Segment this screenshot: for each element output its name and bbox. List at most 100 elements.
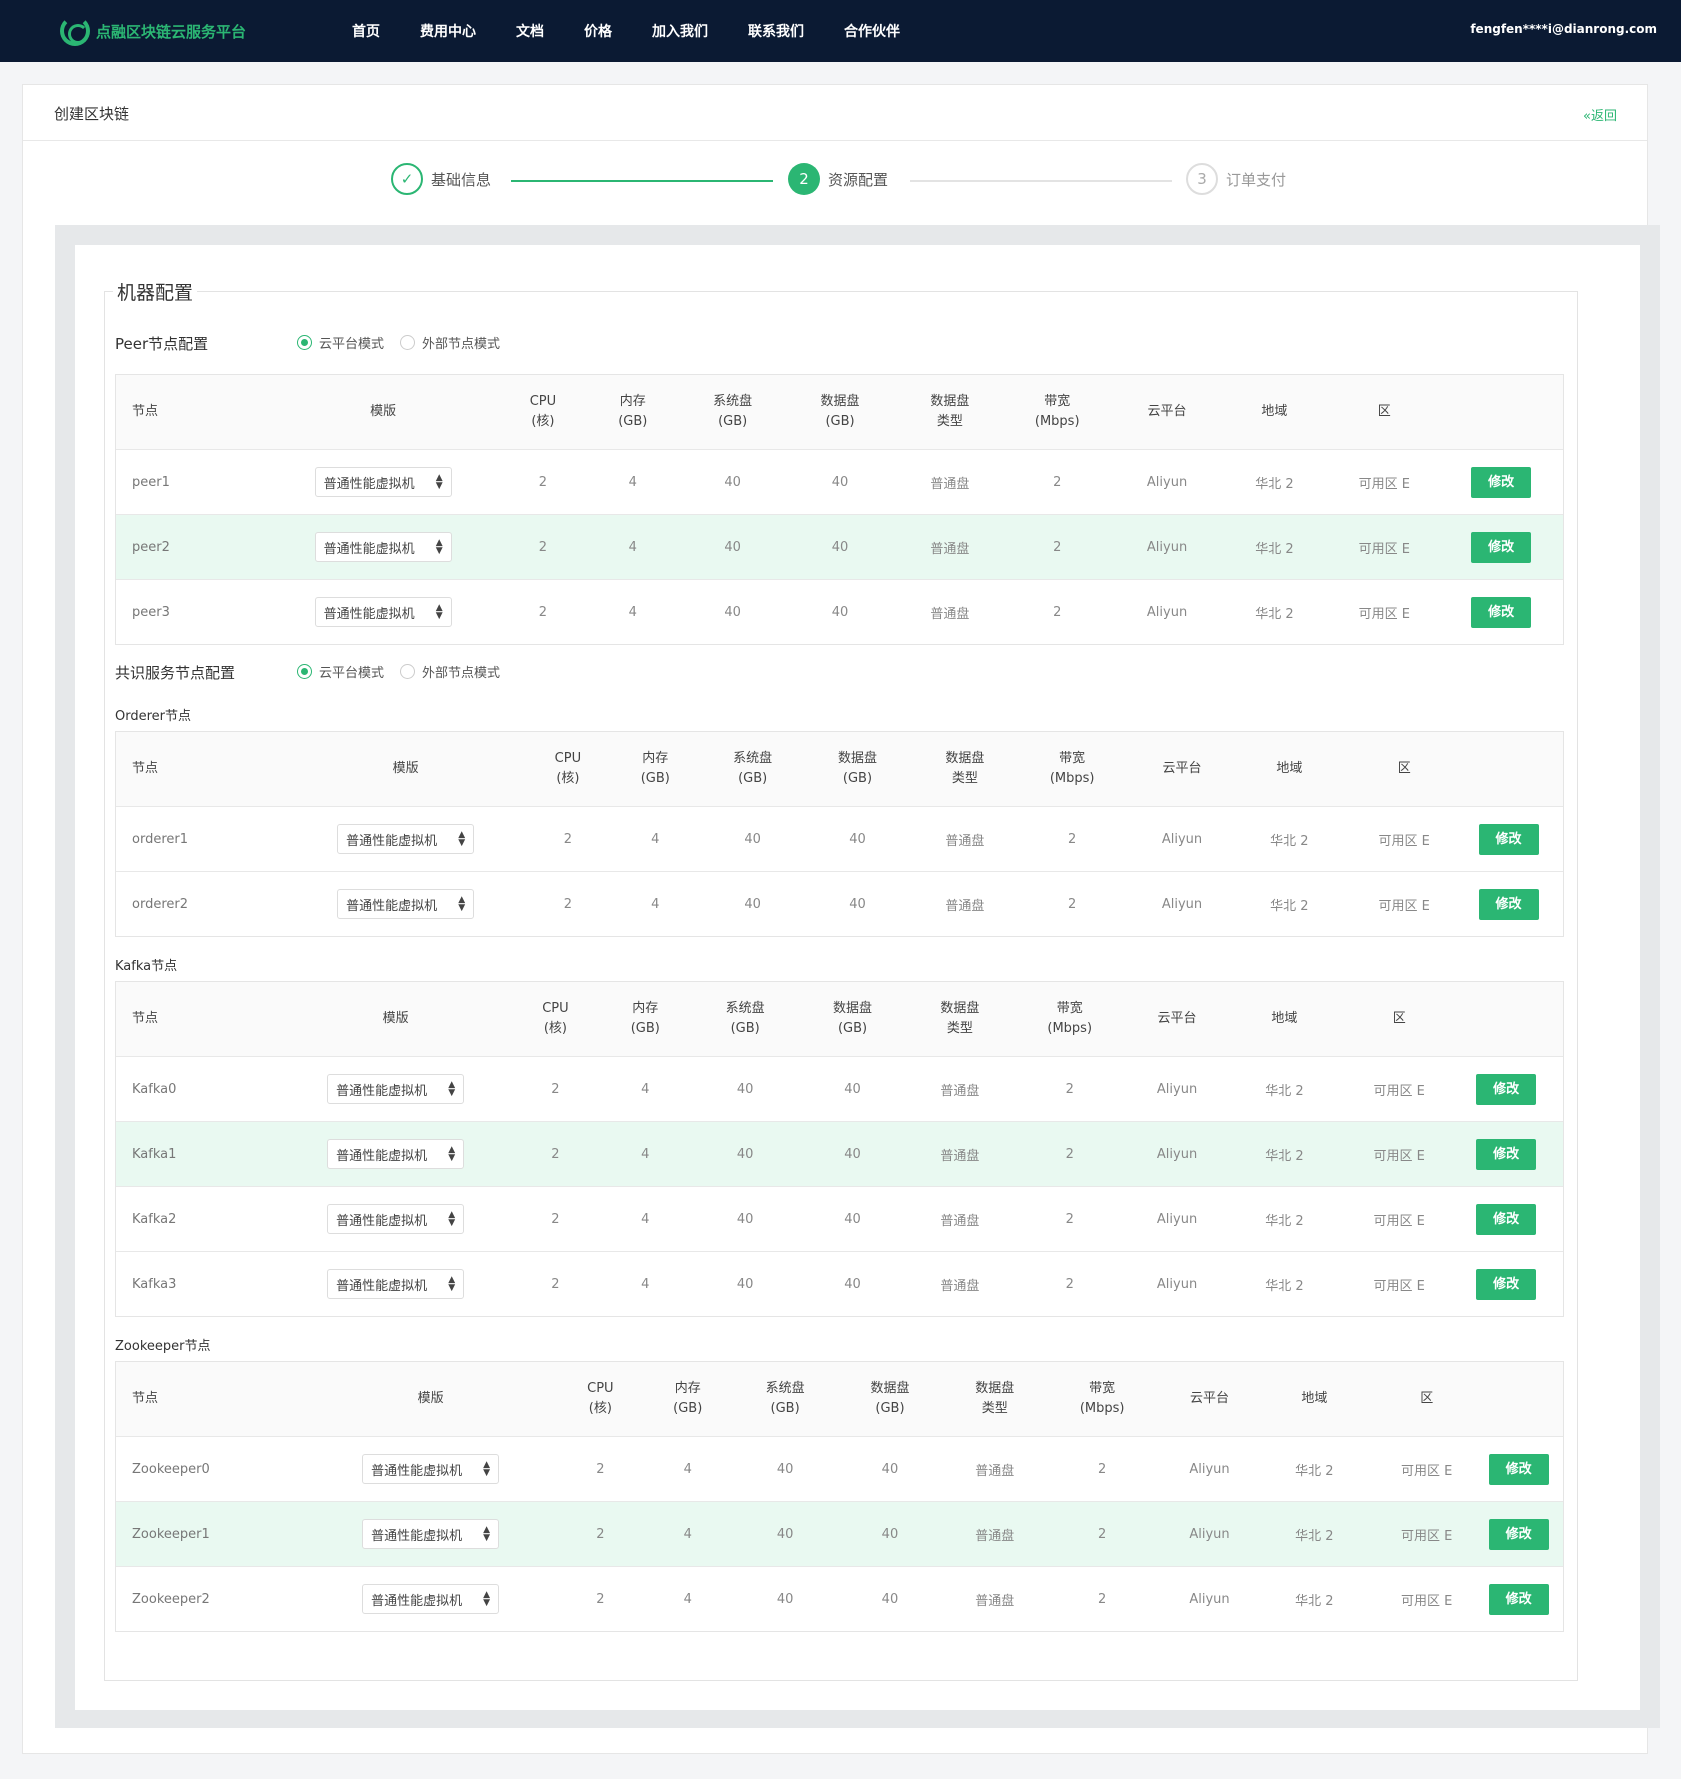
template-select[interactable]: 普通性能虚拟机 ▲ ▼ [362, 1584, 500, 1614]
header-line: (GB) [825, 414, 855, 429]
zookeeper-table: 节点 模版 CPU (核) 内存 (GB) 系统盘 (GB) 数据盘 (GB) 数据盘 类型 带宽 (Mb… [115, 1361, 1564, 1632]
edit-button[interactable]: 修改 [1476, 1138, 1537, 1170]
back-link[interactable]: «返回 [1583, 105, 1617, 124]
user-email[interactable]: fengfen****i@dianrong.com [1470, 22, 1657, 36]
header-line: (GB) [718, 414, 748, 429]
node-name: Kafka0 [132, 1081, 177, 1097]
main-nav: 首页 费用中心 文档 价格 加入我们 联系我们 合作伙伴 [352, 0, 940, 62]
edit-button[interactable]: 修改 [1476, 1268, 1537, 1300]
peer-mode-cloud-radio[interactable] [297, 335, 312, 350]
template-select[interactable]: 普通性能虚拟机 ▲ ▼ [314, 532, 452, 562]
region-value: 华北 2 [1295, 1463, 1334, 1479]
region-value: 华北 2 [1295, 1528, 1334, 1544]
header-line: CPU [542, 1001, 569, 1016]
nav-item-billing[interactable]: 费用中心 [420, 21, 476, 41]
memory-value: 4 [683, 1461, 692, 1477]
header-line: (GB) [730, 1021, 760, 1036]
header-line: (Mbps) [1049, 771, 1095, 786]
table-row: orderer2 普通性能虚拟机 ▲ ▼ 2 4 40 40 普通盘 2 Aliyun 华北 2 可用区… [116, 871, 1563, 936]
node-name: Kafka1 [132, 1146, 177, 1162]
edit-button[interactable]: 修改 [1471, 531, 1532, 563]
system-disk-value: 40 [724, 474, 741, 490]
action-cell: 修改 [1474, 1583, 1563, 1615]
consensus-mode-external-radio[interactable] [400, 664, 416, 679]
col-memory-header: 内存 (GB) [630, 1379, 745, 1419]
action-cell: 修改 [1449, 1203, 1563, 1235]
step-connector-todo [910, 180, 1172, 182]
header-line: 带宽 [1044, 394, 1071, 409]
nav-item-docs[interactable]: 文档 [516, 21, 544, 41]
cloud-value: Aliyun [1161, 896, 1203, 912]
nav-item-contact[interactable]: 联系我们 [748, 21, 804, 41]
edit-button[interactable]: 修改 [1471, 596, 1532, 628]
template-select-value: 普通性能虚拟机 [323, 476, 415, 492]
system-disk-value: 40 [724, 539, 741, 555]
header-line: CPU [529, 394, 557, 409]
step-label: 基础信息 [431, 170, 492, 189]
edit-button[interactable]: 修改 [1471, 466, 1532, 498]
template-select[interactable]: 普通性能虚拟机 ▲ ▼ [314, 597, 452, 627]
col-template-header: 模版 [417, 1391, 444, 1406]
disk-type-value: 普通盘 [945, 898, 985, 914]
edit-button[interactable]: 修改 [1488, 1453, 1549, 1485]
nav-item-home[interactable]: 首页 [352, 21, 380, 41]
edit-button[interactable]: 修改 [1478, 888, 1539, 920]
consensus-config-title: 共识服务节点配置 [115, 664, 236, 682]
col-system-disk-header: 系统盘 (GB) [715, 749, 790, 789]
template-select[interactable]: 普通性能虚拟机 ▲ ▼ [337, 889, 475, 919]
edit-button[interactable]: 修改 [1488, 1518, 1549, 1550]
header-line: 带宽 [1056, 1001, 1083, 1016]
bandwidth-value: 2 [1065, 1211, 1074, 1227]
template-cell: 普通性能虚拟机 ▲ ▼ [271, 824, 541, 854]
sort-arrows-icon: ▲ ▼ [483, 1590, 491, 1608]
template-select[interactable]: 普通性能虚拟机 ▲ ▼ [337, 824, 475, 854]
peer-mode-external-radio[interactable] [400, 335, 416, 350]
cpu-value: 2 [563, 831, 573, 847]
region-value: 华北 2 [1265, 1083, 1304, 1099]
cloud-value: Aliyun [1156, 1211, 1198, 1227]
system-disk-value: 40 [744, 831, 761, 847]
template-select[interactable]: 普通性能虚拟机 ▲ ▼ [314, 467, 452, 497]
col-memory-header: 内存 (GB) [590, 999, 700, 1039]
orderer-title: Orderer节点 [115, 709, 192, 724]
data-disk-value: 40 [831, 474, 849, 490]
action-cell: 修改 [1439, 596, 1563, 628]
col-template-header: 模版 [382, 1011, 409, 1026]
node-name: peer1 [132, 474, 170, 490]
node-name: Zookeeper0 [132, 1461, 210, 1477]
edit-button[interactable]: 修改 [1478, 823, 1539, 855]
consensus-mode-cloud-radio[interactable] [297, 664, 312, 679]
nav-item-pricing[interactable]: 价格 [584, 21, 612, 41]
node-name: orderer2 [132, 896, 188, 912]
header-line: (GB) [630, 1021, 660, 1036]
cloud-value: Aliyun [1156, 1146, 1198, 1162]
sort-arrows-icon: ▲ ▼ [435, 603, 443, 621]
edit-button[interactable]: 修改 [1476, 1073, 1537, 1105]
nav-item-partners[interactable]: 合作伙伴 [844, 21, 900, 41]
edit-button[interactable]: 修改 [1488, 1583, 1549, 1615]
template-select[interactable]: 普通性能虚拟机 ▲ ▼ [327, 1074, 465, 1104]
col-disk-type-header: 数据盘 类型 [925, 749, 1005, 789]
zone-value: 可用区 E [1358, 541, 1410, 557]
template-select-value: 普通性能虚拟机 [336, 1083, 428, 1099]
template-select[interactable]: 普通性能虚拟机 ▲ ▼ [327, 1204, 465, 1234]
bandwidth-value: 2 [1098, 1461, 1107, 1477]
template-select[interactable]: 普通性能虚拟机 ▲ ▼ [327, 1139, 465, 1169]
double-chevron-left-icon: « [1583, 109, 1591, 124]
template-cell: 普通性能虚拟机 ▲ ▼ [261, 597, 506, 627]
edit-button[interactable]: 修改 [1476, 1203, 1537, 1235]
step-label: 订单支付 [1226, 170, 1287, 189]
sort-arrows-icon: ▲ ▼ [448, 1210, 456, 1228]
template-cell: 普通性能虚拟机 ▲ ▼ [271, 1074, 521, 1104]
col-region-header: 地域 [1261, 404, 1288, 419]
template-select[interactable]: 普通性能虚拟机 ▲ ▼ [327, 1269, 465, 1299]
node-name: peer2 [132, 539, 170, 555]
action-cell: 修改 [1474, 1453, 1563, 1485]
template-cell: 普通性能虚拟机 ▲ ▼ [261, 467, 506, 497]
logo[interactable]: 点融区块链云服务平台 [60, 16, 246, 46]
col-cloud-header: 云平台 [1157, 1011, 1197, 1026]
bandwidth-value: 2 [1053, 474, 1062, 490]
template-select[interactable]: 普通性能虚拟机 ▲ ▼ [362, 1519, 500, 1549]
nav-item-join[interactable]: 加入我们 [652, 21, 708, 41]
template-select[interactable]: 普通性能虚拟机 ▲ ▼ [362, 1454, 500, 1484]
